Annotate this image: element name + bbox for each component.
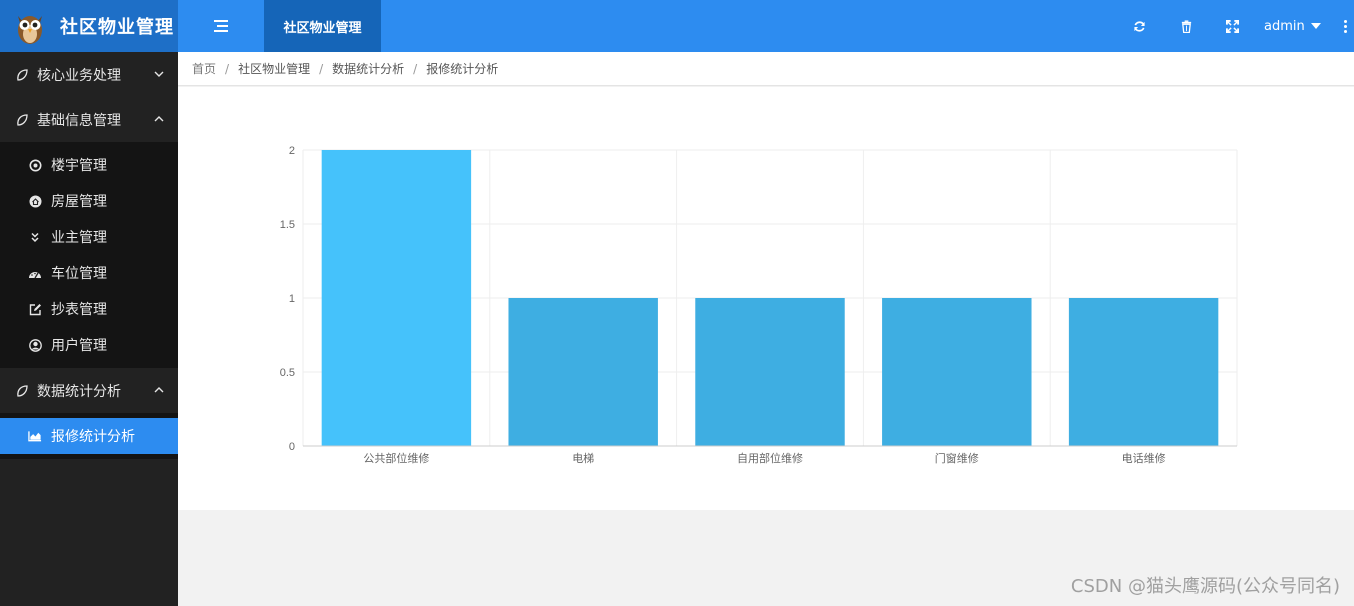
sidebar-item-repair-statistics[interactable]: 报修统计分析 (0, 418, 178, 454)
sidebar-item-user[interactable]: 用户管理 (0, 327, 178, 363)
leaf-icon (17, 113, 28, 126)
y-tick-label: 2 (289, 145, 295, 157)
leaf-icon (17, 68, 28, 81)
chart-bar[interactable] (321, 150, 472, 446)
breadcrumb: 首页 / 社区物业管理 / 数据统计分析 / 报修统计分析 (178, 52, 1354, 86)
y-tick-label: 0 (289, 441, 295, 453)
breadcrumb-statistics[interactable]: 数据统计分析 (332, 60, 404, 77)
y-tick-label: 1 (289, 293, 295, 305)
sidebar-item-label: 房屋管理 (51, 194, 107, 210)
breadcrumb-separator: / (413, 61, 418, 76)
x-tick-label: 公共部位维修 (363, 451, 429, 465)
menu-toggle-button[interactable] (178, 0, 264, 52)
user-circle-icon (28, 338, 42, 352)
x-tick-label: 电梯 (572, 452, 594, 465)
sidebar-item-label: 业主管理 (51, 230, 107, 246)
target-icon (28, 158, 42, 172)
chevron-up-icon (154, 116, 164, 122)
edit-icon (28, 302, 42, 316)
sidebar-submenu-statistics: 报修统计分析 (0, 413, 178, 459)
caret-down-icon (1310, 23, 1321, 29)
sidebar-item-parking[interactable]: 车位管理 (0, 255, 178, 291)
sidebar-item-building[interactable]: 楼宇管理 (0, 147, 178, 183)
home-icon (28, 194, 42, 208)
more-vertical-icon[interactable] (1340, 0, 1350, 52)
chevron-down-icon (154, 71, 164, 77)
y-tick-label: 1.5 (280, 219, 295, 231)
sidebar-item-house[interactable]: 房屋管理 (0, 183, 178, 219)
breadcrumb-community[interactable]: 社区物业管理 (238, 60, 310, 77)
watermark: CSDN @猫头鹰源码(公众号同名) (1070, 576, 1340, 597)
tab-community-property[interactable]: 社区物业管理 (264, 0, 381, 52)
sidebar-item-owner[interactable]: 业主管理 (0, 219, 178, 255)
sidebar-group-basic-info[interactable]: 基础信息管理 (0, 97, 178, 142)
sidebar-group-label: 基础信息管理 (37, 112, 121, 129)
chart-bar[interactable] (1068, 298, 1219, 446)
sidebar-group-core-business[interactable]: 核心业务处理 (0, 52, 178, 97)
sidebar-group-label: 核心业务处理 (37, 67, 121, 84)
menu-icon (214, 20, 228, 32)
fullscreen-button[interactable] (1217, 0, 1247, 52)
x-tick-label: 门窗维修 (935, 451, 979, 465)
repair-statistics-chart: 0 0.5 1 1.5 2 公共部位维修 电梯 自用部位维修 门窗维修 电话维修 (280, 145, 1238, 465)
leaf-icon (17, 384, 28, 397)
owl-logo-icon (12, 6, 48, 46)
area-chart-icon (28, 429, 42, 443)
sidebar-group-statistics[interactable]: 数据统计分析 (0, 368, 178, 413)
x-tick-label: 自用部位维修 (737, 451, 803, 465)
breadcrumb-current: 报修统计分析 (426, 62, 499, 76)
clear-cache-button[interactable] (1171, 0, 1201, 52)
refresh-button[interactable] (1124, 0, 1154, 52)
breadcrumb-separator: / (319, 61, 324, 76)
x-tick-label: 电话维修 (1122, 451, 1166, 465)
breadcrumb-separator: / (225, 61, 230, 76)
sidebar-item-label: 车位管理 (51, 266, 107, 282)
sidebar-item-label: 楼宇管理 (51, 158, 107, 174)
top-header: 社区物业管理 社区物业管理 admin (0, 0, 1354, 52)
sidebar-item-label: 抄表管理 (51, 302, 107, 318)
chart-bar[interactable] (695, 298, 845, 446)
chevron-up-icon (154, 387, 164, 393)
trash-icon (1181, 19, 1191, 33)
user-name: admin (1264, 18, 1305, 34)
double-chevron-down-icon (28, 230, 42, 244)
sidebar-item-label: 报修统计分析 (51, 429, 135, 445)
brand-title: 社区物业管理 (60, 17, 174, 38)
brand: 社区物业管理 (0, 0, 178, 52)
user-menu[interactable]: admin (1264, 0, 1321, 52)
sidebar-submenu-basic-info: 楼宇管理 房屋管理 业主管理 车位管理 抄表管理 用户管理 (0, 142, 178, 368)
sidebar-item-meter[interactable]: 抄表管理 (0, 291, 178, 327)
chart-bar[interactable] (508, 298, 658, 446)
fullscreen-icon (1225, 19, 1239, 33)
sidebar-item-label: 用户管理 (51, 338, 107, 354)
chart-bar[interactable] (882, 298, 1032, 446)
breadcrumb-home[interactable]: 首页 (192, 60, 216, 77)
y-tick-label: 0.5 (280, 367, 295, 379)
dashboard-icon (28, 266, 42, 280)
refresh-icon (1133, 20, 1145, 32)
sidebar: 核心业务处理 基础信息管理 楼宇管理 房屋管理 业主管理 车位管理 抄表管理 用… (0, 52, 178, 606)
sidebar-group-label: 数据统计分析 (37, 383, 121, 400)
content-panel: 0 0.5 1 1.5 2 公共部位维修 电梯 自用部位维修 门窗维修 电话维修 (178, 87, 1354, 510)
